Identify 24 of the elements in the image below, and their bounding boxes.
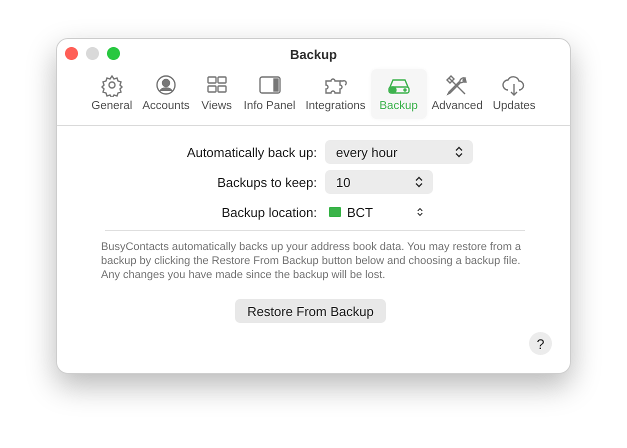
toolbar-tab[interactable]: Accounts bbox=[137, 69, 195, 119]
chevron-icon bbox=[417, 206, 423, 218]
popup-menu[interactable]: 10 bbox=[325, 170, 433, 194]
restore-button[interactable]: Restore From Backup bbox=[235, 299, 386, 323]
toolbar-tab[interactable]: Updates bbox=[488, 69, 541, 119]
window-title: Backup bbox=[290, 46, 337, 62]
setting-label: Automatically back up: bbox=[186, 144, 317, 160]
close-button[interactable] bbox=[65, 47, 78, 60]
description-text: BusyContacts automatically backs up your address book data. You may restore from a backup by clicking the Restore From Backup button below and choosing a backup file. Any changes you have made since the backup will be lost. bbox=[101, 240, 522, 282]
popup-menu[interactable]: BCT bbox=[325, 202, 433, 222]
zoom-button[interactable] bbox=[107, 47, 120, 60]
chevron-icon bbox=[455, 146, 463, 158]
setting-label: Backup location: bbox=[220, 204, 317, 220]
folder-icon bbox=[329, 207, 341, 217]
minimize-button[interactable] bbox=[86, 47, 99, 60]
toolbar-tab[interactable]: Advanced bbox=[426, 69, 488, 119]
popup-menu[interactable]: every hour bbox=[325, 140, 473, 164]
chevron-icon bbox=[415, 176, 423, 188]
toolbar-tab[interactable]: Info Panel bbox=[238, 69, 300, 119]
help-button[interactable]: ? bbox=[529, 332, 552, 355]
toolbar-tab[interactable]: Views bbox=[194, 69, 239, 119]
toolbar-tab[interactable]: Integrations bbox=[300, 69, 371, 119]
setting-label: Backups to keep: bbox=[216, 174, 317, 190]
toolbar-tab[interactable]: General bbox=[86, 69, 138, 119]
